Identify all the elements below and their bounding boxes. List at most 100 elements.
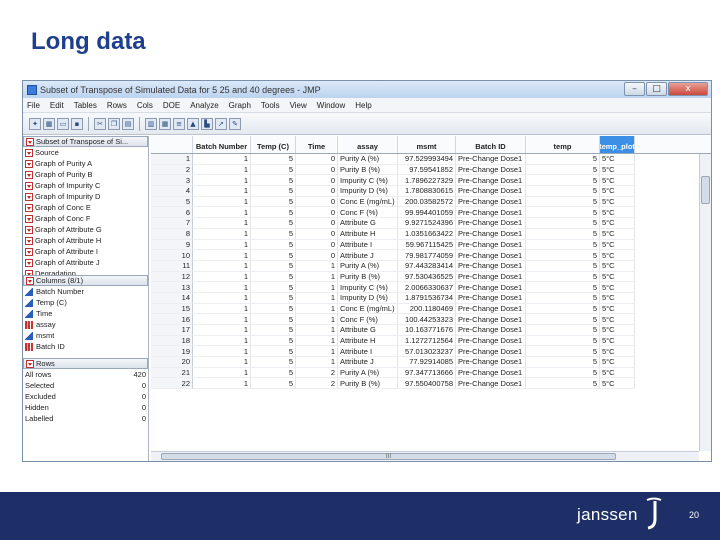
column-header[interactable]: msmt (398, 136, 456, 153)
table-row[interactable]: 21 1 5 2 Purity A (%) 97.347713666 Pre-Change … (151, 367, 711, 379)
table-cell[interactable]: 5 (526, 335, 600, 347)
table-cell[interactable]: 5 (251, 239, 296, 251)
table-cell[interactable]: 1 (193, 367, 251, 379)
vertical-scrollbar[interactable] (699, 154, 711, 451)
script-item[interactable]: Graph of Purity B (25, 169, 148, 180)
table-cell[interactable]: 5°C (600, 292, 635, 304)
window-titlebar[interactable]: Subset of Transpose of Simulated Data fo… (23, 81, 711, 98)
script-item[interactable]: Graph of Impurity D (25, 191, 148, 202)
red-triangle-icon[interactable] (25, 258, 33, 267)
table-cell[interactable]: 5 (526, 218, 600, 229)
table-cell[interactable]: Conc F (%) (338, 207, 398, 219)
table-cell[interactable]: 5°C (600, 357, 635, 368)
table-cell[interactable]: 9.9271524396 (398, 218, 456, 229)
table-cell[interactable]: 97.529993494 (398, 154, 456, 165)
menu-item-tables[interactable]: Tables (74, 101, 97, 110)
table-cell[interactable]: 1 (193, 335, 251, 347)
table-cell[interactable]: 5 (251, 271, 296, 283)
menu-item-rows[interactable]: Rows (107, 101, 127, 110)
table-cell[interactable]: Pre-Change Dose1 (456, 303, 526, 315)
table-cell[interactable]: Pre-Change Dose1 (456, 367, 526, 379)
table-cell[interactable]: 1.0351663422 (398, 228, 456, 240)
table-cell[interactable]: 1 (296, 292, 338, 304)
red-triangle-icon[interactable] (25, 192, 33, 201)
table-cell[interactable]: Purity B (%) (338, 378, 398, 390)
table-cell[interactable]: 5 (526, 175, 600, 187)
table-row[interactable]: 18 1 5 1 Attribute H 1.1272712564 Pre-Change D… (151, 335, 711, 347)
table-cell[interactable]: 1 (193, 186, 251, 197)
red-triangle-icon[interactable] (25, 247, 33, 256)
table-cell[interactable]: 1 (193, 175, 251, 187)
table-row[interactable]: 2 1 5 0 Purity B (%) 97.59541852 Pre-Change Do… (151, 164, 711, 176)
table-cell[interactable]: 1 (193, 196, 251, 208)
script-item[interactable]: Graph of Conc E (25, 202, 148, 213)
table-cell[interactable]: 0 (296, 250, 338, 261)
table-cell[interactable]: 5°C (600, 207, 635, 219)
menu-item-help[interactable]: Help (355, 101, 371, 110)
table-cell[interactable]: 5°C (600, 271, 635, 283)
red-triangle-icon[interactable] (25, 181, 33, 190)
table-cell[interactable]: 1 (193, 346, 251, 358)
menu-item-tools[interactable]: Tools (261, 101, 280, 110)
table-cell[interactable]: 5°C (600, 228, 635, 240)
script-item[interactable]: Graph of Purity A (25, 158, 148, 169)
table-cell[interactable]: 1 (193, 378, 251, 390)
table-row[interactable]: 11 1 5 1 Purity A (%) 97.443283414 Pre-Change … (151, 260, 711, 272)
script-item[interactable]: Graph of Attribute I (25, 246, 148, 257)
table-cell[interactable]: 5°C (600, 239, 635, 251)
table-cell[interactable]: Pre-Change Dose1 (456, 164, 526, 176)
table-cell[interactable]: 5 (251, 260, 296, 272)
table-cell[interactable]: 5 (526, 154, 600, 165)
table-cell[interactable]: 99.994401059 (398, 207, 456, 219)
red-triangle-icon[interactable] (26, 359, 34, 368)
table-cell[interactable]: 0 (296, 175, 338, 187)
table-cell[interactable]: Pre-Change Dose1 (456, 357, 526, 368)
table-cell[interactable]: Purity B (%) (338, 164, 398, 176)
table-row[interactable]: 14 1 5 1 Impurity D (%) 1.8791536734 Pre-Chang… (151, 292, 711, 304)
table-cell[interactable]: 5 (526, 271, 600, 283)
script-item[interactable]: Graph of Conc F (25, 213, 148, 224)
table-cell[interactable]: Attribute G (338, 325, 398, 336)
table-cell[interactable]: Impurity C (%) (338, 175, 398, 187)
table-cell[interactable]: 5 (251, 292, 296, 304)
table-cell[interactable]: 1 (296, 357, 338, 368)
red-triangle-icon[interactable] (25, 148, 33, 157)
table-cell[interactable]: 1 (296, 260, 338, 272)
table-cell[interactable]: 5 (251, 207, 296, 219)
column-header[interactable]: temp (526, 136, 600, 153)
column-item[interactable]: Time (25, 308, 148, 319)
close-button[interactable]: x (668, 82, 708, 96)
menu-item-doe[interactable]: DOE (163, 101, 180, 110)
table-row[interactable]: 5 1 5 0 Conc E (mg/mL) 200.03582572 Pre-Change… (151, 196, 711, 208)
table-cell[interactable]: 1.8791536734 (398, 292, 456, 304)
table-cell[interactable]: Pre-Change Dose1 (456, 346, 526, 358)
table-cell[interactable]: Pre-Change Dose1 (456, 250, 526, 261)
menu-item-edit[interactable]: Edit (50, 101, 64, 110)
red-triangle-icon[interactable] (25, 159, 33, 168)
table-cell[interactable]: 10.163771676 (398, 325, 456, 336)
table-cell[interactable]: Attribute H (338, 228, 398, 240)
column-header[interactable]: Time (296, 136, 338, 153)
table-cell[interactable]: 200.03582572 (398, 196, 456, 208)
script-icon[interactable]: ≡ (173, 117, 185, 130)
red-triangle-icon[interactable] (25, 203, 33, 212)
new-table-icon[interactable]: ▦ (43, 117, 55, 130)
table-cell[interactable]: 5 (526, 228, 600, 240)
script-item[interactable]: Graph of Attribute G (25, 224, 148, 235)
column-item[interactable]: assay (25, 319, 148, 330)
script-item[interactable]: Source (25, 147, 148, 158)
table-cell[interactable]: Impurity C (%) (338, 282, 398, 293)
column-header[interactable] (151, 136, 193, 153)
table-cell[interactable]: 0 (296, 164, 338, 176)
table-cell[interactable]: Pre-Change Dose1 (456, 335, 526, 347)
table-cell[interactable]: Impurity D (%) (338, 186, 398, 197)
table-cell[interactable]: Pre-Change Dose1 (456, 314, 526, 325)
table-cell[interactable]: Pre-Change Dose1 (456, 271, 526, 283)
table-cell[interactable]: 5 (251, 250, 296, 261)
red-triangle-icon[interactable] (25, 269, 33, 275)
table-cell[interactable]: Pre-Change Dose1 (456, 282, 526, 293)
table-cell[interactable]: 2.0066330637 (398, 282, 456, 293)
columns-header[interactable]: Columns (8/1) (23, 275, 148, 286)
table-cell[interactable]: 57.013023237 (398, 346, 456, 358)
table-cell[interactable]: 5 (526, 260, 600, 272)
